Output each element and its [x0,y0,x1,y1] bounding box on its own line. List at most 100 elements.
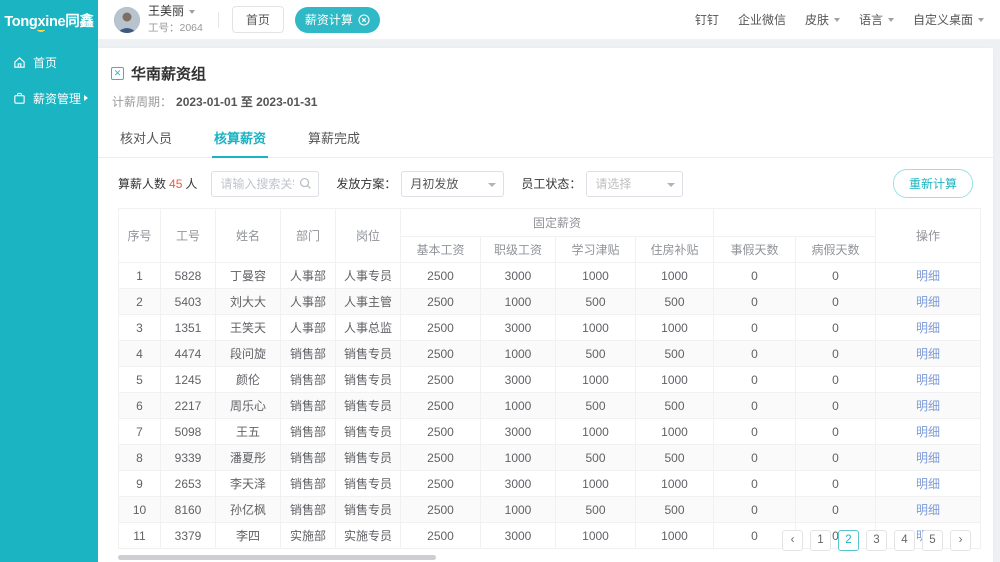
table-row: 3 1351 王笑天 人事部 人事总监 2500 3000 1000 1000 … [119,315,981,341]
cell-employee-id: 4474 [161,341,216,367]
count-value: 45 [169,177,182,191]
cell-employee-id: 1351 [161,315,216,341]
detail-link[interactable]: 明细 [916,295,940,309]
detail-link[interactable]: 明细 [916,399,940,413]
user-avatar[interactable] [114,7,140,33]
detail-link[interactable]: 明细 [916,451,940,465]
cell-index: 3 [119,315,161,341]
detail-link[interactable]: 明细 [916,347,940,361]
cell-rank-salary: 3000 [481,315,556,341]
user-name[interactable]: 王美丽 [148,5,184,19]
user-info: 王美丽 工号：2064 [148,5,203,34]
cell-housing-allowance: 500 [636,289,714,315]
cell-personal-leave-days: 0 [714,341,796,367]
cell-department: 销售部 [281,471,336,497]
cell-index: 6 [119,393,161,419]
col-header-name: 姓名 [216,209,281,263]
cell-position: 销售专员 [336,445,401,471]
cell-position: 销售专员 [336,341,401,367]
tab-calc-done[interactable]: 算薪完成 [306,121,362,157]
detail-link[interactable]: 明细 [916,321,940,335]
menu-custom-desktop[interactable]: 自定义桌面 [913,11,984,28]
col-header-index: 序号 [119,209,161,263]
menu-skin[interactable]: 皮肤 [805,11,840,28]
cell-study-allowance: 1000 [556,315,636,341]
cell-sick-leave-days: 0 [796,419,876,445]
sidebar-item-home[interactable]: 首页 [0,46,98,78]
pay-period: 计薪周期：2023-01-01 至 2023-01-31 [98,84,993,110]
table-row: 1 5828 丁曼容 人事部 人事专员 2500 3000 1000 1000 … [119,263,981,289]
col-header-id: 工号 [161,209,216,263]
detail-link[interactable]: 明细 [916,477,940,491]
detail-link[interactable]: 明细 [916,373,940,387]
pagination-page-1[interactable]: 1 [810,530,831,551]
cell-sick-leave-days: 0 [796,263,876,289]
cell-department: 销售部 [281,497,336,523]
search-icon[interactable] [299,177,312,190]
cell-rank-salary: 1000 [481,393,556,419]
detail-link[interactable]: 明细 [916,269,940,283]
cell-base-salary: 2500 [401,263,481,289]
close-circle-icon[interactable] [358,14,370,26]
pagination-page-2[interactable]: 2 [838,530,859,551]
chevron-down-icon[interactable] [189,10,195,14]
pagination-next-button[interactable]: › [950,530,971,551]
status-label: 员工状态： [521,175,581,192]
divider [218,12,219,28]
col-header-sick-leave-days: 病假天数 [796,237,876,263]
cell-action: 明细 [876,367,981,393]
recalculate-button[interactable]: 重新计算 [893,169,973,198]
col-header-action: 操作 [876,209,981,263]
cell-sick-leave-days: 0 [796,393,876,419]
avatar-image [114,7,140,33]
tab-calc-payroll[interactable]: 核算薪资 [212,121,268,158]
cell-name: 孙亿枫 [216,497,281,523]
nav-tab-home[interactable]: 首页 [232,6,284,33]
cell-housing-allowance: 1000 [636,419,714,445]
table-row: 5 1245 颜伦 销售部 销售专员 2500 3000 1000 1000 0… [119,367,981,393]
col-header-study-allowance: 学习津贴 [556,237,636,263]
chevron-down-icon [488,183,496,187]
topbar: 王美丽 工号：2064 首页 薪资计算 钉钉 企业微信 皮肤 语言 自定义桌面 [98,0,1000,40]
sidebar-item-payroll-management[interactable]: 薪资管理 [0,82,98,114]
pagination-prev-button[interactable]: ‹ [782,530,803,551]
menu-wecom[interactable]: 企业微信 [738,11,786,28]
cell-housing-allowance: 1000 [636,471,714,497]
cell-base-salary: 2500 [401,393,481,419]
cell-action: 明细 [876,341,981,367]
menu-dingtalk[interactable]: 钉钉 [695,11,719,28]
horizontal-scrollbar[interactable] [118,555,436,560]
cell-name: 刘大大 [216,289,281,315]
cell-personal-leave-days: 0 [714,315,796,341]
cell-index: 2 [119,289,161,315]
cell-sick-leave-days: 0 [796,497,876,523]
cell-name: 周乐心 [216,393,281,419]
plan-select[interactable]: 月初发放 [401,171,504,197]
cell-study-allowance: 1000 [556,367,636,393]
col-header-housing-allowance: 住房补贴 [636,237,714,263]
cell-index: 9 [119,471,161,497]
detail-link[interactable]: 明细 [916,425,940,439]
pagination-page-5[interactable]: 5 [922,530,943,551]
chevron-down-icon [888,18,894,22]
count-label: 算薪人数 [118,175,166,192]
pagination-page-4[interactable]: 4 [894,530,915,551]
menu-language[interactable]: 语言 [859,11,894,28]
chevron-down-icon [667,183,675,187]
cell-housing-allowance: 500 [636,445,714,471]
app-logo[interactable]: Tongxine同鑫 [0,0,98,40]
nav-tab-payroll-calc[interactable]: 薪资计算 [295,7,380,33]
page-header: ✕ 华南薪资组 [98,48,993,84]
cell-study-allowance: 1000 [556,419,636,445]
sidebar-item-label: 首页 [33,54,57,71]
cell-employee-id: 2653 [161,471,216,497]
plan-label: 发放方案： [336,175,396,192]
pagination-page-3[interactable]: 3 [866,530,887,551]
cell-position: 销售专员 [336,419,401,445]
table-row: 6 2217 周乐心 销售部 销售专员 2500 1000 500 500 0 … [119,393,981,419]
cell-name: 王五 [216,419,281,445]
status-select[interactable]: 请选择 [586,171,683,197]
cell-index: 10 [119,497,161,523]
tab-check-staff[interactable]: 核对人员 [118,121,174,157]
detail-link[interactable]: 明细 [916,503,940,517]
